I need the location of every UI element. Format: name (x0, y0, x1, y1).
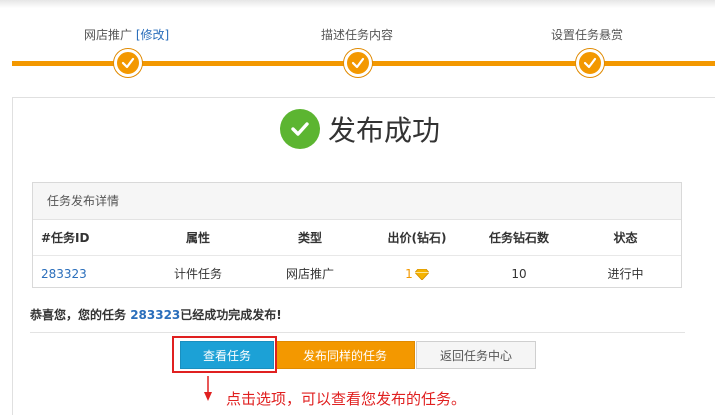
step-3-check-icon (576, 49, 604, 77)
back-to-task-center-button[interactable]: 返回任务中心 (416, 341, 536, 369)
col-status: 状态 (570, 220, 681, 256)
diamond-icon (414, 268, 429, 280)
step-2-label: 描述任务内容 (321, 28, 394, 42)
table-row: 283323 计件任务 网店推广 1 10 进行中 (33, 256, 681, 292)
cell-diamonds: 10 (511, 266, 527, 281)
step-2-check-icon (344, 49, 372, 77)
progress-steps: 网店推广 [修改] 描述任务内容 设置任务悬赏 (0, 8, 715, 78)
col-task-id: #任务ID (33, 220, 142, 256)
cell-task-id[interactable]: 283323 (33, 256, 142, 292)
cell-type: 网店推广 (285, 267, 334, 281)
col-diamonds: 任务钻石数 (468, 220, 570, 256)
table-header-row: #任务ID 属性 类型 出价(钻石) 任务钻石数 状态 (33, 220, 681, 256)
annotation-note: 点击选项，可以查看您发布的任务。 (226, 390, 467, 408)
col-price: 出价(钻石) (366, 220, 468, 256)
task-details-box: 任务发布详情 #任务ID 属性 类型 出价(钻石) 任务钻石数 状态 28332… (32, 182, 682, 288)
cell-attribute: 计件任务 (173, 267, 222, 281)
congrats-message: 恭喜您，您的任务 283323已经成功完成发布! (30, 306, 282, 323)
congrats-task-id[interactable]: 283323 (130, 308, 180, 322)
arrow-down-icon (204, 376, 212, 401)
cell-price: 1 (366, 256, 468, 292)
divider (30, 332, 685, 333)
col-type: 类型 (254, 220, 366, 256)
details-header: 任务发布详情 (33, 183, 681, 220)
step-1-text: 网店推广 (84, 28, 133, 42)
step-1-check-icon (114, 49, 142, 77)
view-task-button[interactable]: 查看任务 (180, 341, 274, 369)
cell-status: 进行中 (607, 267, 644, 281)
congrats-suffix: 已经成功完成发布! (180, 308, 282, 322)
task-id-link[interactable]: 283323 (41, 267, 87, 281)
price-value: 1 (405, 266, 413, 281)
col-attribute: 属性 (142, 220, 254, 256)
details-table: #任务ID 属性 类型 出价(钻石) 任务钻石数 状态 283323 计件任务 … (33, 220, 681, 291)
top-shade (0, 0, 715, 8)
success-banner: 发布成功 (280, 108, 440, 150)
publish-same-task-button[interactable]: 发布同样的任务 (275, 341, 415, 369)
step-1-label: 网店推广 [修改] (84, 26, 169, 43)
edit-link[interactable]: [修改] (136, 28, 169, 42)
success-title: 发布成功 (328, 114, 441, 147)
congrats-prefix: 恭喜您，您的任务 (30, 308, 131, 322)
step-3-label: 设置任务悬赏 (551, 28, 624, 42)
success-check-icon (280, 109, 320, 149)
